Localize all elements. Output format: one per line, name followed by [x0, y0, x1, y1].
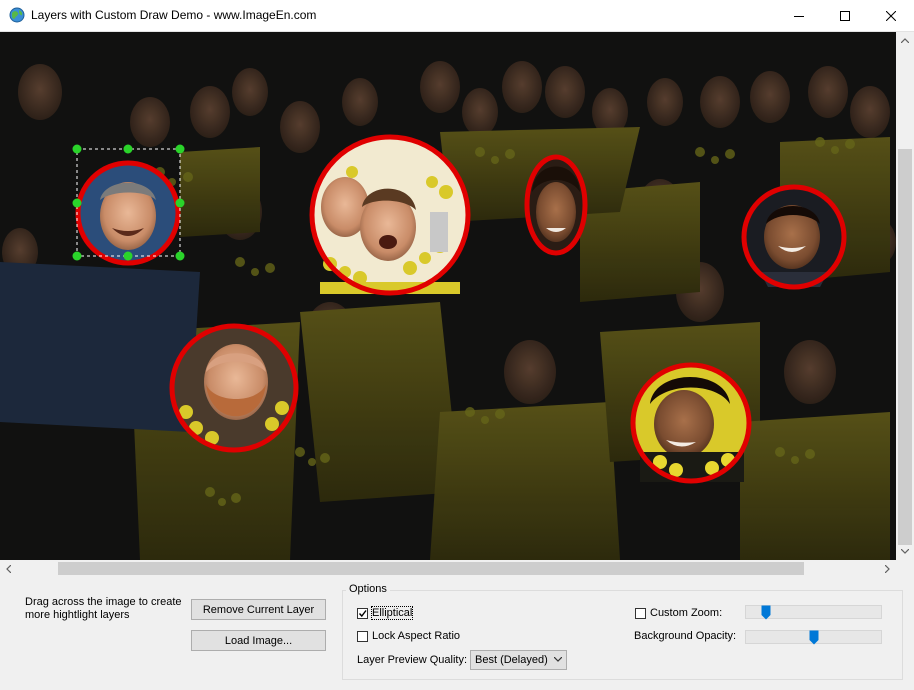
- close-icon: [886, 10, 896, 21]
- quality-label: Layer Preview Quality:: [357, 654, 468, 666]
- layer-3[interactable]: [524, 154, 588, 256]
- custom-zoom-checkbox[interactable]: Custom Zoom:: [635, 606, 722, 620]
- chevron-right-icon: [885, 564, 890, 573]
- lock-aspect-label: Lock Aspect Ratio: [372, 630, 461, 642]
- team-photo: [0, 32, 896, 560]
- chevron-down-icon: [901, 549, 909, 554]
- slider-thumb[interactable]: [761, 605, 771, 620]
- layer-6[interactable]: [630, 362, 752, 484]
- background-opacity-label: Background Opacity:: [634, 630, 737, 642]
- horizontal-scrollbar[interactable]: [0, 560, 896, 577]
- lock-aspect-checkbox-box[interactable]: [357, 630, 368, 642]
- scroll-corner: [896, 560, 914, 577]
- custom-zoom-slider[interactable]: [745, 605, 882, 620]
- scroll-up-button[interactable]: [896, 32, 914, 49]
- vertical-scroll-thumb[interactable]: [898, 149, 912, 545]
- globe-app-icon: [9, 7, 25, 23]
- lock-aspect-checkbox[interactable]: Lock Aspect Ratio: [357, 629, 460, 643]
- elliptical-label: Elliptical: [370, 606, 414, 620]
- maximize-button[interactable]: [822, 0, 868, 31]
- horizontal-scroll-thumb[interactable]: [58, 562, 804, 575]
- window-title: Layers with Custom Draw Demo - www.Image…: [31, 8, 317, 22]
- slider-thumb[interactable]: [809, 630, 819, 645]
- minimize-button[interactable]: [776, 0, 822, 31]
- load-image-button[interactable]: Load Image...: [191, 630, 326, 651]
- elliptical-checkbox[interactable]: Elliptical: [357, 606, 414, 620]
- custom-zoom-checkbox-box[interactable]: [635, 607, 646, 619]
- chevron-up-icon: [901, 38, 909, 43]
- vertical-scrollbar[interactable]: [896, 32, 914, 560]
- image-viewer[interactable]: [0, 32, 896, 560]
- quality-value: Best (Delayed): [475, 654, 548, 666]
- chevron-left-icon: [6, 564, 11, 573]
- minimize-icon: [794, 15, 804, 17]
- background-opacity-slider[interactable]: [745, 630, 882, 645]
- scroll-down-button[interactable]: [896, 543, 914, 560]
- layer-5[interactable]: [169, 323, 299, 453]
- layer-4[interactable]: [741, 184, 847, 290]
- title-bar: Layers with Custom Draw Demo - www.Image…: [0, 0, 914, 32]
- layer-2[interactable]: [309, 134, 471, 296]
- maximize-icon: [840, 10, 850, 21]
- scroll-right-button[interactable]: [879, 560, 896, 577]
- hint-text: Drag across the image to create more hig…: [25, 596, 182, 621]
- elliptical-checkbox-box[interactable]: [357, 607, 368, 619]
- chevron-down-icon: [554, 657, 562, 662]
- remove-layer-button[interactable]: Remove Current Layer: [191, 599, 326, 620]
- custom-zoom-label: Custom Zoom:: [650, 607, 723, 619]
- quality-select[interactable]: Best (Delayed): [470, 650, 567, 670]
- scroll-left-button[interactable]: [0, 560, 17, 577]
- close-button[interactable]: [868, 0, 914, 31]
- options-title: Options: [346, 583, 390, 595]
- checkmark-icon: [358, 609, 367, 617]
